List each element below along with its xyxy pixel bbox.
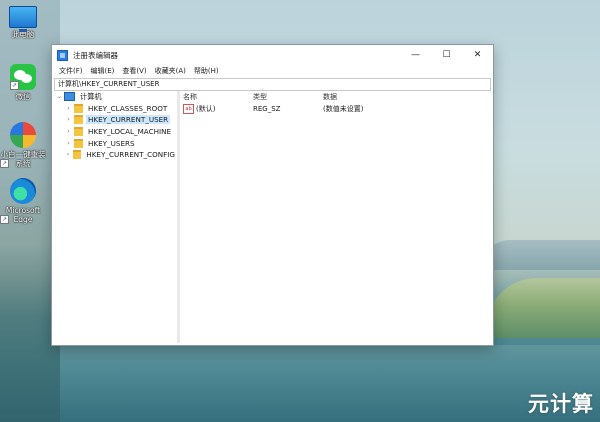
- tree-item-users[interactable]: › HKEY_USERS: [54, 137, 177, 149]
- value-name: (默认): [196, 105, 216, 113]
- folder-icon: [74, 138, 83, 148]
- folder-icon: [74, 115, 83, 125]
- wallpaper-island: [485, 278, 600, 338]
- desktop-icon-label: Microsoft Edge: [5, 206, 41, 224]
- value-data: (数值未设置): [323, 105, 364, 113]
- minimize-button[interactable]: —: [400, 45, 431, 65]
- table-row[interactable]: ab (默认) REG_SZ (数值未设置): [180, 103, 491, 115]
- close-button[interactable]: ✕: [462, 45, 493, 65]
- tree-item-classes-root[interactable]: › HKEY_CLASSES_ROOT: [54, 103, 177, 115]
- computer-icon: [9, 6, 37, 32]
- window-controls: — ☐ ✕: [400, 45, 493, 65]
- tree-item-current-user[interactable]: › HKEY_CURRENT_USER: [54, 114, 177, 126]
- menu-bar: 文件(F) 编辑(E) 查看(V) 收藏夹(A) 帮助(H): [52, 65, 493, 77]
- registry-editor-icon: [57, 49, 68, 61]
- desktop-icon-wechat[interactable]: ↗ 微信: [0, 64, 46, 101]
- menu-file[interactable]: 文件(F): [55, 65, 87, 77]
- registry-editor-window: 注册表编辑器 — ☐ ✕ 文件(F) 编辑(E) 查看(V) 收藏夹(A) 帮助…: [51, 44, 494, 346]
- chevron-down-icon[interactable]: ⌄: [56, 93, 63, 100]
- desktop-icon-computer[interactable]: 此电脑: [0, 6, 46, 39]
- chevron-right-icon[interactable]: ›: [65, 116, 72, 123]
- tree-item-label: 计算机: [80, 91, 102, 101]
- string-value-icon: ab: [183, 104, 194, 114]
- tree-item-local-machine[interactable]: › HKEY_LOCAL_MACHINE: [54, 126, 177, 138]
- tree-item-label: HKEY_CURRENT_USER: [86, 115, 171, 125]
- tree-item-current-config[interactable]: › HKEY_CURRENT_CONFIG: [54, 149, 177, 161]
- chevron-right-icon[interactable]: ›: [65, 140, 72, 147]
- maximize-button[interactable]: ☐: [431, 45, 462, 65]
- app-icon: ↗: [0, 122, 36, 168]
- shortcut-arrow-icon: ↗: [10, 81, 19, 90]
- watermark-logo: 元计算: [528, 392, 594, 416]
- tree-item-label: HKEY_LOCAL_MACHINE: [88, 127, 172, 137]
- wechat-icon: ↗: [10, 64, 36, 90]
- wallpaper-water: [60, 345, 600, 422]
- chevron-right-icon[interactable]: ›: [65, 151, 71, 158]
- value-type: REG_SZ: [253, 105, 281, 113]
- shortcut-arrow-icon: ↗: [0, 159, 9, 168]
- tree-item-label: HKEY_CLASSES_ROOT: [88, 103, 168, 113]
- computer-icon: [64, 92, 75, 102]
- wallpaper-mountain: [480, 240, 600, 270]
- folder-icon: [73, 150, 82, 160]
- shortcut-arrow-icon: ↗: [0, 215, 9, 224]
- window-title: 注册表编辑器: [73, 50, 118, 60]
- menu-favorites[interactable]: 收藏夹(A): [151, 65, 190, 77]
- editor-panes: ⌄ 计算机 › HKEY_CLASSES_ROOT › HKEY_CURRENT…: [54, 91, 491, 343]
- edge-icon: ↗: [0, 178, 36, 224]
- tree-item-label: HKEY_USERS: [88, 138, 135, 148]
- registry-tree: ⌄ 计算机 › HKEY_CLASSES_ROOT › HKEY_CURRENT…: [54, 91, 180, 343]
- value-name-cell: ab (默认): [180, 104, 253, 114]
- desktop-icon-label: 微信: [15, 92, 31, 101]
- menu-help[interactable]: 帮助(H): [190, 65, 223, 77]
- column-header-type[interactable]: 类型: [253, 92, 323, 102]
- desktop-icon-mini-program[interactable]: ↗ 小白一键重装系统: [0, 122, 46, 168]
- values-list: 名称 类型 数据 ab (默认) REG_SZ (数值未设置): [180, 91, 491, 343]
- menu-edit[interactable]: 编辑(E): [87, 65, 119, 77]
- title-bar[interactable]: 注册表编辑器 — ☐ ✕: [52, 45, 493, 65]
- column-header-name[interactable]: 名称: [180, 92, 253, 102]
- chevron-right-icon[interactable]: ›: [65, 128, 72, 135]
- list-header: 名称 类型 数据: [180, 91, 491, 103]
- desktop-icon-edge[interactable]: ↗ Microsoft Edge: [0, 178, 46, 224]
- tree-item-label: HKEY_CURRENT_CONFIG: [86, 150, 175, 160]
- tree-item-computer[interactable]: ⌄ 计算机: [54, 91, 177, 103]
- folder-icon: [74, 103, 83, 113]
- chevron-right-icon[interactable]: ›: [65, 105, 72, 112]
- address-bar[interactable]: 计算机\HKEY_CURRENT_USER: [54, 78, 491, 91]
- folder-icon: [74, 127, 83, 137]
- menu-view[interactable]: 查看(V): [118, 65, 150, 77]
- column-header-data[interactable]: 数据: [323, 92, 491, 102]
